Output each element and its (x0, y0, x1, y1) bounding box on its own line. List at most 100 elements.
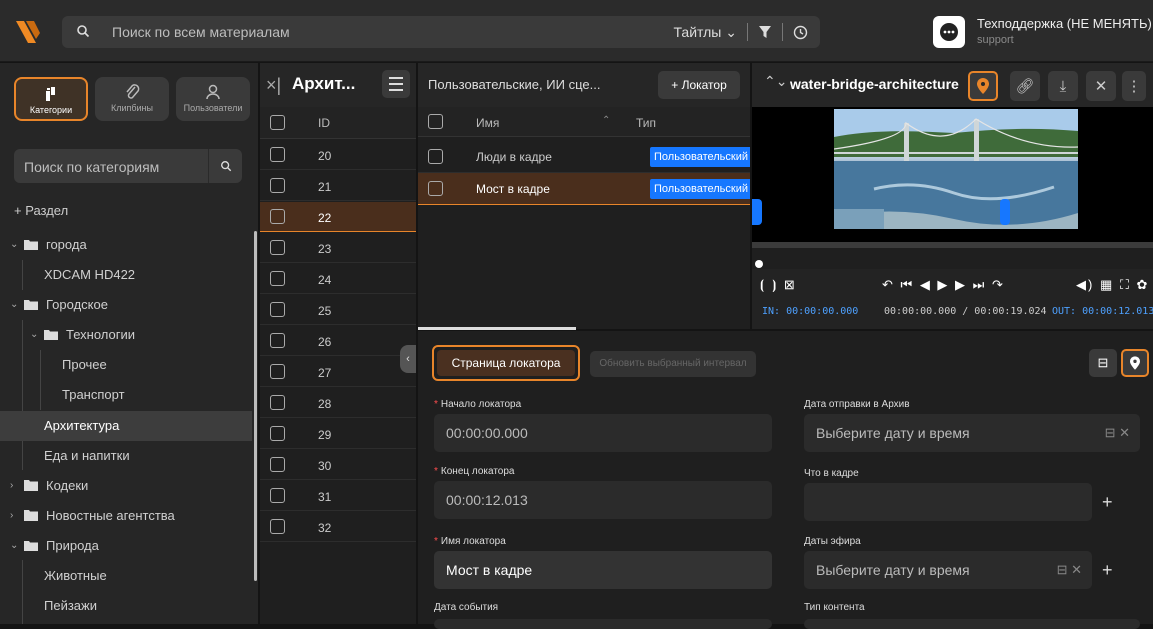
add-section-button[interactable]: + Раздел (14, 203, 68, 218)
row-checkbox[interactable] (270, 147, 285, 162)
row-checkbox[interactable] (270, 271, 285, 286)
timeline-track[interactable] (752, 242, 1153, 248)
select-all-checkbox[interactable] (270, 115, 285, 130)
calendar-clear-icon[interactable]: ⊟ ✕ (1057, 562, 1082, 578)
close-panel-icon[interactable]: ×| (266, 75, 281, 96)
row-checkbox[interactable] (270, 178, 285, 193)
row-checkbox[interactable] (270, 364, 285, 379)
table-row[interactable]: 29 (260, 419, 416, 449)
add-air-date-button[interactable]: + (1102, 560, 1113, 581)
chevron-down-icon[interactable]: ⌄ (30, 320, 38, 350)
view-controls[interactable]: ◀) ▦ ⛶ ✿ (1076, 277, 1149, 293)
row-checkbox[interactable] (270, 302, 285, 317)
calendar-clear-icon[interactable]: ⊟ ✕ (1105, 425, 1130, 441)
add-in-frame-button[interactable]: + (1102, 492, 1113, 513)
row-checkbox[interactable] (270, 209, 285, 224)
air-dates-field[interactable]: Выберите дату и время ⊟ ✕ (804, 551, 1092, 589)
table-row[interactable]: 23 (260, 233, 416, 263)
global-search-field[interactable]: Поиск по всем материалам Тайтлы ⌄ (62, 16, 820, 48)
more-options-button[interactable]: ⋮ (1122, 71, 1146, 101)
hamburger-menu-button[interactable] (382, 70, 410, 98)
tree-item-priroda[interactable]: ⌄ Природа (0, 531, 252, 561)
locator-type-select[interactable]: Пользовательские, ИИ сце... (428, 77, 600, 92)
in-frame-field[interactable] (804, 483, 1092, 521)
table-row[interactable]: 32 (260, 512, 416, 542)
chevron-down-icon[interactable]: ⌄ (10, 290, 18, 320)
column-type[interactable]: Тип (636, 116, 656, 130)
locator-view-button[interactable] (1121, 349, 1149, 377)
expand-collapse-icon[interactable]: ⌃⌄ (764, 73, 787, 90)
table-row[interactable]: 30 (260, 450, 416, 480)
chevron-right-icon[interactable]: › (10, 501, 13, 531)
row-checkbox[interactable] (428, 149, 443, 164)
locator-row[interactable]: Люди в кадре Пользовательский (418, 141, 750, 173)
row-checkbox[interactable] (270, 240, 285, 255)
tree-item-arhitektura[interactable]: Архитектура (0, 411, 252, 441)
left-scrollbar[interactable] (254, 231, 257, 581)
row-checkbox[interactable] (270, 395, 285, 410)
row-checkbox[interactable] (270, 426, 285, 441)
column-name[interactable]: Имя (476, 116, 499, 130)
tree-item-xdcam[interactable]: XDCAM HD422 (0, 260, 252, 290)
horizontal-scrollbar[interactable] (418, 327, 576, 330)
tree-item-transport[interactable]: Транспорт (0, 380, 252, 410)
row-checkbox[interactable] (270, 333, 285, 348)
archive-date-field[interactable]: Выберите дату и время ⊟ ✕ (804, 414, 1140, 452)
table-row[interactable]: 21 (260, 171, 416, 201)
category-search-input[interactable]: Поиск по категориям (24, 159, 159, 175)
tree-item-kodeki[interactable]: › Кодеки (0, 471, 252, 501)
end-timecode-field[interactable]: 00:00:12.013 (434, 481, 772, 519)
locator-row[interactable]: Мост в кадре Пользовательский (418, 173, 750, 205)
row-checkbox[interactable] (428, 181, 443, 196)
row-checkbox[interactable] (270, 457, 285, 472)
user-profile[interactable]: Техподдержка (НЕ МЕНЯТЬ) support (933, 14, 1153, 50)
tree-item-technologii[interactable]: ⌄ Технологии (0, 320, 252, 350)
out-marker[interactable] (1000, 199, 1010, 225)
start-timecode-field[interactable]: 00:00:00.000 (434, 414, 772, 452)
link-button[interactable]: 🔗︎ (1010, 71, 1040, 101)
tree-item-gorodskoe[interactable]: ⌄ Городское (0, 290, 252, 320)
content-type-field[interactable] (804, 619, 1140, 629)
locator-name-field[interactable]: Мост в кадре (434, 551, 772, 589)
table-row[interactable]: 20 (260, 140, 416, 170)
filter-icon[interactable] (758, 25, 772, 39)
tree-item-goroda[interactable]: ⌄ города (0, 230, 252, 260)
tree-item-news-agencies[interactable]: › Новостные агентства (0, 501, 252, 531)
global-search-input[interactable]: Поиск по всем материалам (112, 24, 290, 40)
tree-item-eda[interactable]: Еда и напитки (0, 441, 252, 471)
tree-item-peizazhi[interactable]: Пейзажи (0, 591, 252, 621)
category-search-field[interactable]: Поиск по категориям (14, 149, 242, 183)
tab-clipbins[interactable]: Клипбины (95, 77, 169, 121)
chevron-right-icon[interactable]: › (10, 471, 13, 501)
add-locator-button[interactable]: + Локатор (658, 71, 740, 99)
tab-categories[interactable]: Категории (14, 77, 88, 121)
locator-page-button[interactable]: Страница локатора (432, 345, 580, 381)
sort-icon[interactable]: ⌃ (602, 115, 610, 126)
mark-in-out-controls[interactable]: ⦗ ⦘ ⊠ (760, 277, 797, 293)
collapse-panel-button[interactable]: ‹ (400, 345, 416, 373)
row-checkbox[interactable] (270, 519, 285, 534)
chevron-down-icon[interactable]: ⌄ (10, 531, 18, 561)
update-interval-button[interactable]: Обновить выбранный интервал (590, 351, 756, 377)
table-row[interactable]: 27 (260, 357, 416, 387)
history-clock-icon[interactable] (793, 25, 808, 40)
row-checkbox[interactable] (270, 488, 285, 503)
select-all-checkbox[interactable] (428, 114, 443, 129)
table-row[interactable]: 25 (260, 295, 416, 325)
locator-pin-button[interactable] (968, 71, 998, 101)
in-marker[interactable] (752, 199, 762, 225)
tree-item-zhivotnye[interactable]: Животные (0, 561, 252, 591)
table-row[interactable]: 26 (260, 326, 416, 356)
column-id[interactable]: ID (318, 116, 330, 130)
table-row[interactable]: 28 (260, 388, 416, 418)
download-button[interactable]: ⤓ (1048, 71, 1078, 101)
app-logo[interactable] (14, 17, 44, 45)
titles-filter-dropdown[interactable]: Тайтлы ⌄ (674, 24, 738, 41)
table-row[interactable]: 24 (260, 264, 416, 294)
tree-item-prochee[interactable]: Прочее (0, 350, 252, 380)
chevron-down-icon[interactable]: ⌄ (10, 230, 18, 260)
video-screen[interactable] (752, 107, 1153, 242)
transport-controls[interactable]: ↶ ⏮ ◀ ▶ ▶ ⏭ ↷ (882, 277, 1005, 293)
category-search-button[interactable] (208, 149, 242, 183)
table-row[interactable]: 22 (260, 202, 416, 232)
